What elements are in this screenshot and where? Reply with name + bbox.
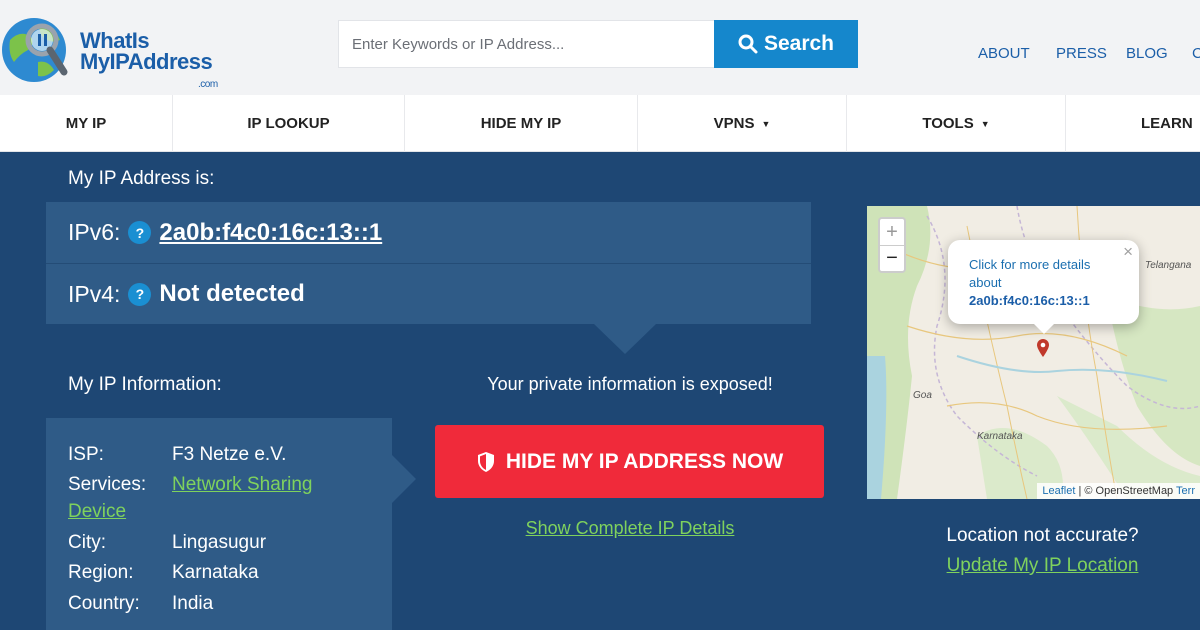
top-link-about[interactable]: ABOUT [978,45,1030,62]
map-popup[interactable]: × Click for more details about 2a0b:f4c0… [948,240,1139,324]
region-value: Karnataka [172,562,259,583]
isp-value: F3 Netze e.V. [172,444,287,465]
top-link-contact[interactable]: C [1192,45,1200,62]
hide-button-label: HIDE MY IP ADDRESS NOW [505,449,784,473]
caret-down-icon: ▼ [761,118,771,129]
search-input[interactable] [338,20,715,68]
country-value: India [172,593,214,614]
map-marker-icon[interactable] [1037,339,1049,357]
popup-text-2: about [969,275,1002,290]
nav-item-hide-my-ip[interactable]: HIDE MY IP [405,95,638,152]
country-key: Country: [68,593,140,614]
region-key: Region: [68,562,134,583]
ip-info-heading: My IP Information: [68,374,222,395]
nav-item-ip-lookup[interactable]: IP LOOKUP [173,95,405,152]
location-question: Location not accurate? [946,525,1139,546]
nav-item-learn[interactable]: LEARN ▼ [1066,95,1200,152]
panel-pointer [594,324,656,354]
services-link[interactable]: Network Sharing [172,474,312,496]
main-nav: MY IP IP LOOKUP HIDE MY IP VPNS ▼ TOOLS … [0,95,1200,152]
ipv4-label: IPv4: [68,280,121,307]
nav-item-my-ip[interactable]: MY IP [0,95,173,152]
city-value: Lingasugur [172,532,267,553]
location-map[interactable]: + − Telangana Goa Karnataka × Click for … [867,206,1200,499]
show-details-link[interactable]: Show Complete IP Details [436,518,824,539]
site-header: WhatIs MyIPAddress .com Search ABOUT PRE… [0,0,1200,95]
info-panel-pointer [392,455,416,503]
logo-suffix: .com [198,79,218,90]
nav-label: IP LOOKUP [247,115,330,132]
ipv6-row: IPv6: ? 2a0b:f4c0:16c:13::1 [46,202,811,263]
top-link-press[interactable]: PRESS [1056,45,1107,62]
help-icon[interactable]: ? [128,282,152,306]
nav-item-tools[interactable]: TOOLS ▼ [847,95,1066,152]
popup-ip[interactable]: 2a0b:f4c0:16c:13::1 [969,292,1129,310]
services-key: Services: [68,474,147,495]
ip-address-panel: IPv6: ? 2a0b:f4c0:16c:13::1 IPv4: ? Not … [46,202,811,324]
top-link-blog[interactable]: BLOG [1126,45,1168,62]
my-ip-heading: My IP Address is: [68,168,215,189]
nav-label: VPNS [713,115,755,132]
shield-icon [477,451,494,472]
map-attribution: Leaflet | © OpenStreetMap Terr [1037,483,1200,499]
nav-label: TOOLS [922,115,974,132]
terms-link[interactable]: Terr [1176,485,1195,497]
close-icon[interactable]: × [1123,243,1133,261]
isp-key: ISP: [68,444,104,465]
ip-info-panel: ISP: F3 Netze e.V. Services: Network Sha… [46,418,392,630]
help-icon[interactable]: ? [128,221,152,244]
popup-tip [1034,324,1054,334]
update-location-link[interactable]: Update My IP Location [905,555,1180,577]
services-link-cont[interactable]: Device [68,501,126,523]
nav-label: MY IP [65,115,107,132]
search-button-label: Search [763,32,835,55]
logo-line-2: MyIPAddress [80,49,213,74]
map-zoom-control: + − [878,217,906,273]
popup-text-1: Click for more details [969,257,1091,272]
logo-wordmark: WhatIs MyIPAddress .com [80,28,218,91]
site-logo[interactable]: WhatIs MyIPAddress .com [0,10,230,90]
hide-my-ip-button[interactable]: HIDE MY IP ADDRESS NOW [435,425,824,498]
nav-label: HIDE MY IP [480,115,562,132]
ipv6-value[interactable]: 2a0b:f4c0:16c:13::1 [159,219,382,247]
ipv4-row: IPv4: ? Not detected [46,263,811,324]
logo-line-1: WhatIs [80,28,150,53]
zoom-out-button[interactable]: − [880,245,904,271]
search-icon [738,34,758,54]
exposed-warning: Your private information is exposed! [487,374,773,394]
caret-down-icon: ▼ [980,118,990,129]
search-button[interactable]: Search [714,20,858,68]
ipv4-value: Not detected [159,280,305,307]
globe-magnifier-icon [2,18,68,82]
leaflet-link[interactable]: Leaflet [1042,485,1075,497]
map-label-telangana: Telangana [1145,260,1192,271]
zoom-in-button[interactable]: + [880,219,904,245]
nav-item-vpns[interactable]: VPNS ▼ [638,95,847,152]
ipv6-label: IPv6: [68,219,121,245]
city-key: City: [68,532,106,553]
attribution-text: | © OpenStreetMap [1075,485,1177,497]
map-label-goa: Goa [913,390,932,401]
map-label-karnataka: Karnataka [977,431,1023,442]
nav-label: LEARN [1141,115,1193,132]
